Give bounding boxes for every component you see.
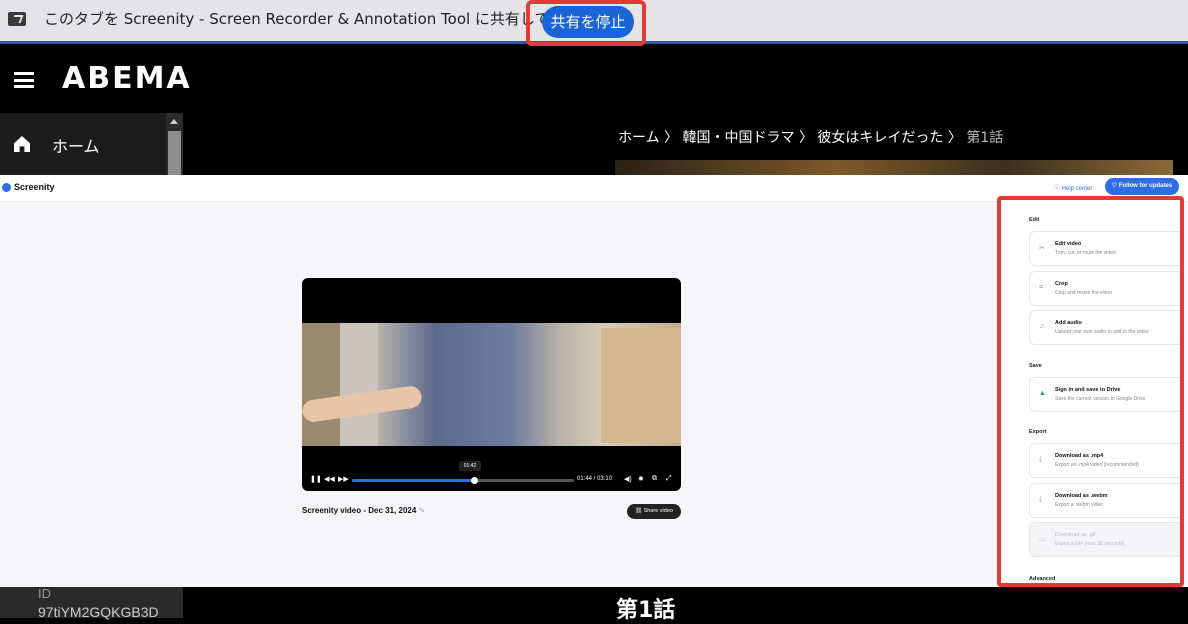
pip-icon[interactable]: ⧉ [652, 475, 657, 483]
add-audio-title: Add audio [1055, 320, 1082, 326]
sidebar-item-home[interactable]: ホーム [52, 133, 100, 157]
screenity-logo-icon [2, 183, 11, 192]
follow-label: Follow for updates [1118, 183, 1173, 189]
google-drive-icon: ▲ [1039, 390, 1046, 397]
seek-tooltip: 01:42 [459, 461, 481, 471]
edit-video-title: Edit video [1055, 241, 1082, 247]
id-label: ID [38, 586, 51, 601]
crop-title: Crop [1055, 281, 1068, 287]
breadcrumb-series[interactable]: 彼女はキレイだった [817, 130, 943, 146]
scissors-icon: ✂ [1039, 245, 1045, 252]
menu-icon[interactable] [14, 72, 34, 88]
save-to-drive-subtitle: Save the current version to Google Drive [1055, 396, 1146, 402]
breadcrumb: ホーム 〉 韓国・中国ドラマ 〉 彼女はキレイだった 〉 第1話 [618, 127, 1003, 147]
screenity-app-name: Screenity [14, 182, 55, 192]
volume-icon[interactable]: ◀) [624, 475, 632, 483]
edit-video-subtitle: Trim, cut, or mute the video [1055, 250, 1116, 256]
download-mp4-card[interactable]: ⤓ Download as .mp4 Export an .mp4 video … [1029, 443, 1180, 478]
breadcrumb-genre[interactable]: 韓国・中国ドラマ [683, 130, 795, 146]
sharing-message: このタブを Screenity - Screen Recorder & Anno… [44, 10, 595, 28]
video-frame [302, 323, 681, 446]
download-gif-subtitle: Export a GIF (max 30 seconds) [1055, 541, 1125, 547]
edit-pencil-icon[interactable]: ✎ [419, 506, 426, 515]
save-to-drive-card[interactable]: ▲ Sign in and save to Drive Save the cur… [1029, 377, 1180, 412]
add-audio-card[interactable]: ♫ Add audio Upload your own audio to add… [1029, 310, 1180, 345]
abema-header: ABEMA [0, 47, 1188, 113]
scrollbar-thumb[interactable] [168, 131, 181, 175]
breadcrumb-home[interactable]: ホーム [618, 130, 660, 146]
follow-for-updates-button[interactable]: ♡ Follow for updates [1105, 178, 1179, 195]
video-frame-arm [302, 384, 423, 424]
seek-bar[interactable] [352, 477, 574, 484]
tab-sharing-bar: このタブを Screenity - Screen Recorder & Anno… [0, 0, 1188, 46]
share-video-button[interactable]: ⛓ Share video [627, 504, 681, 519]
chevron-right-icon: 〉 [664, 130, 679, 146]
actions-panel: Edit ✂ Edit video Trim, cut, or mute the… [997, 196, 1184, 587]
video-title[interactable]: Screenity video - Dec 31, 2024 ✎ [302, 506, 425, 515]
download-icon: ⤓ [1039, 456, 1043, 463]
stop-sharing-button[interactable]: 共有を停止 [542, 6, 634, 38]
section-advanced: Advanced [1029, 576, 1056, 582]
gif-icon: ▭ [1039, 536, 1046, 543]
section-save: Save [1029, 363, 1042, 369]
download-mp4-subtitle: Export an .mp4 video (recommended) [1055, 462, 1139, 468]
download-mp4-title: Download as .mp4 [1055, 453, 1104, 459]
chevron-right-icon: 〉 [947, 130, 962, 146]
save-to-drive-title: Sign in and save to Drive [1055, 387, 1121, 393]
breadcrumb-episode: 第1話 [966, 130, 1004, 146]
episode-hero-image [615, 160, 1173, 175]
abema-logo[interactable]: ABEMA [62, 61, 192, 96]
crop-icon: ⌗ [1039, 284, 1043, 291]
download-webm-title: Download as .webm [1055, 493, 1108, 499]
download-icon: ⤓ [1039, 496, 1043, 503]
crop-card[interactable]: ⌗ Crop Crop and resize the video [1029, 271, 1180, 306]
rewind-icon[interactable]: ◀◀ [324, 475, 335, 483]
home-icon [14, 136, 30, 152]
fast-forward-icon[interactable]: ▶▶ [338, 475, 349, 483]
episode-title: 第1話 [616, 598, 676, 623]
video-player[interactable]: 01:42 ❚❚ ◀◀ ▶▶ 01:44 / 03:10 ◀) ✹ ⧉ ⤢ [302, 278, 681, 491]
video-title-text: Screenity video - Dec 31, 2024 [302, 506, 417, 515]
download-gif-card[interactable]: ▭ Download as .gif Export a GIF (max 30 … [1029, 522, 1180, 557]
download-gif-title: Download as .gif [1055, 532, 1096, 538]
settings-icon[interactable]: ✹ [638, 475, 644, 483]
abema-sidebar: ホーム [0, 113, 183, 175]
video-frame-puzzle [601, 328, 681, 443]
scroll-up-icon[interactable] [170, 119, 178, 124]
seek-bar-handle[interactable] [471, 477, 479, 484]
download-webm-subtitle: Export a .webm video [1055, 502, 1104, 508]
add-audio-subtitle: Upload your own audio to add to the vide… [1055, 329, 1149, 335]
help-center-label: Help center [1061, 186, 1093, 192]
music-note-icon: ♫ [1039, 323, 1045, 330]
help-center-link[interactable]: ⓘ Help center [1054, 183, 1092, 192]
section-edit: Edit [1029, 217, 1040, 223]
stop-sharing-highlight: 共有を停止 [526, 0, 646, 46]
time-display: 01:44 / 03:10 [577, 476, 613, 482]
screen-share-icon [8, 12, 26, 26]
fullscreen-icon[interactable]: ⤢ [666, 475, 672, 483]
download-webm-card[interactable]: ⤓ Download as .webm Export a .webm video [1029, 483, 1180, 518]
share-video-label: Share video [643, 508, 673, 514]
pause-icon[interactable]: ❚❚ [310, 475, 322, 483]
section-export: Export [1029, 429, 1047, 435]
chevron-right-icon: 〉 [798, 130, 813, 146]
seek-bar-progress [352, 479, 475, 482]
crop-subtitle: Crop and resize the video [1055, 290, 1112, 296]
edit-video-card[interactable]: ✂ Edit video Trim, cut, or mute the vide… [1029, 231, 1180, 266]
